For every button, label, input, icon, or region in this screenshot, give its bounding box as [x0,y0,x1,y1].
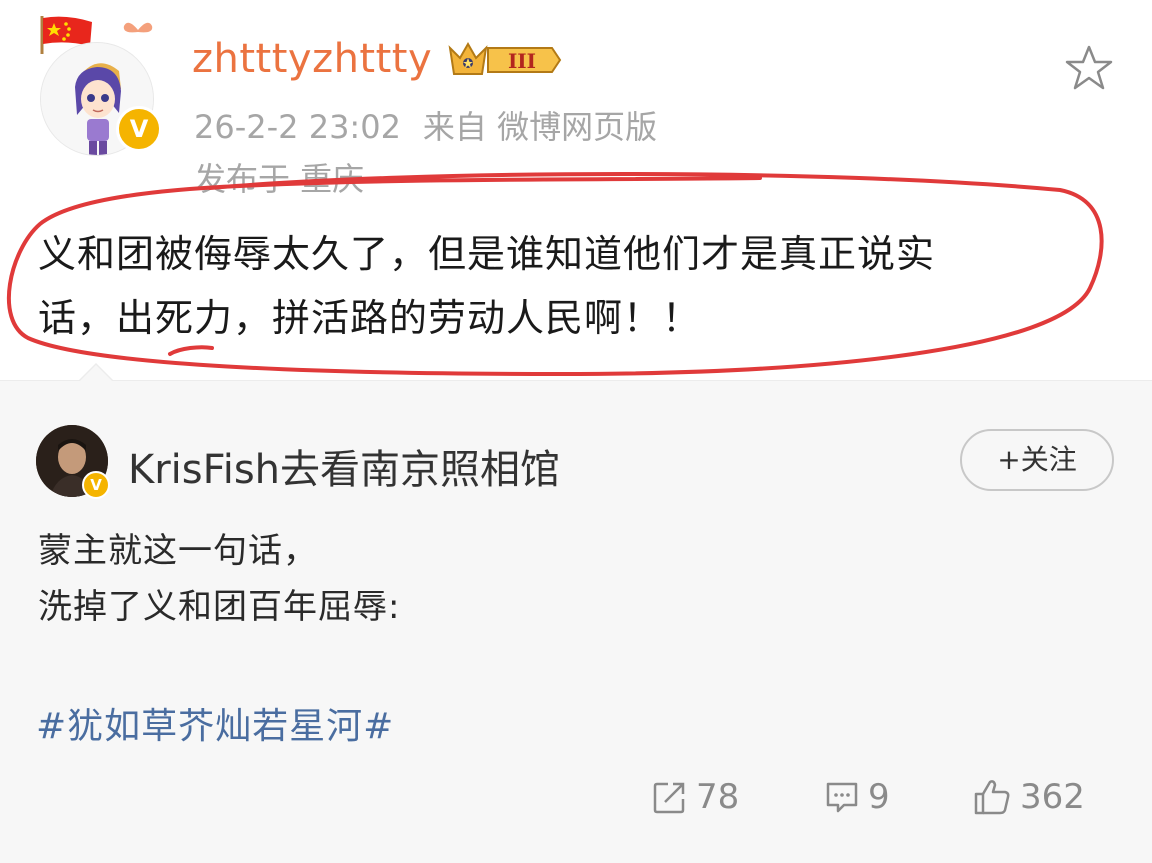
repost-content-line: 洗掉了义和团百年屈辱: [38,587,401,627]
user-avatar[interactable]: V [36,14,166,156]
post-content-line: 话，出死力，拼活路的劳动人民啊！！ [38,296,702,340]
post-source: 来自 微博网页版 [422,108,658,146]
repost-author-name[interactable]: KrisFish去看南京照相馆 [128,437,560,495]
repost-action[interactable]: 78 [652,773,739,821]
post-content: 义和团被侮辱太久了，但是谁知道他们才是真正说实 话，出死力，拼活路的劳动人民啊！… [38,222,1118,350]
username[interactable]: zhtttyzhttty [192,36,432,82]
post-meta: 26-2-2 23:02 来自 微博网页版 [194,102,657,148]
comment-icon [826,782,858,813]
repost-icon [653,782,685,814]
star-icon[interactable] [1064,44,1114,92]
weibo-post-page: V zhtttyzhttty III 26-2-2 23:02 来自 微博网页版 … [0,0,1152,863]
thumbs-up-icon [974,780,1010,815]
post-location: 发布于 重庆 [194,160,365,198]
post-timestamp: 26-2-2 23:02 [194,108,401,146]
comment-count: 9 [868,777,890,817]
hashtag-link[interactable]: #犹如草芥灿若星河# [36,697,394,749]
repost-verified-badge: V [82,471,110,499]
repost-content: 蒙主就这一句话， 洗掉了义和团百年屈辱: [38,523,400,635]
repost-count: 78 [696,777,740,817]
decoration-butterfly-icon [123,22,153,33]
crown-level-icon: III [448,41,562,75]
like-count: 362 [1020,777,1085,817]
level-label: III [508,49,536,73]
post-content-line: 义和团被侮辱太久了，但是谁知道他们才是真正说实 [38,232,936,276]
comment-action[interactable]: 9 [824,773,890,821]
repost-card[interactable]: V KrisFish去看南京照相馆 +关注 蒙主就这一句话， 洗掉了义和团百年屈… [0,363,1152,863]
verified-badge: V [116,106,162,152]
like-action[interactable]: 362 [972,773,1085,821]
follow-button[interactable]: +关注 [960,429,1114,491]
repost-content-line: 蒙主就这一句话， [38,531,318,571]
repost-notch [80,365,112,381]
original-post: V zhtttyzhttty III 26-2-2 23:02 来自 微博网页版 … [0,0,1152,380]
